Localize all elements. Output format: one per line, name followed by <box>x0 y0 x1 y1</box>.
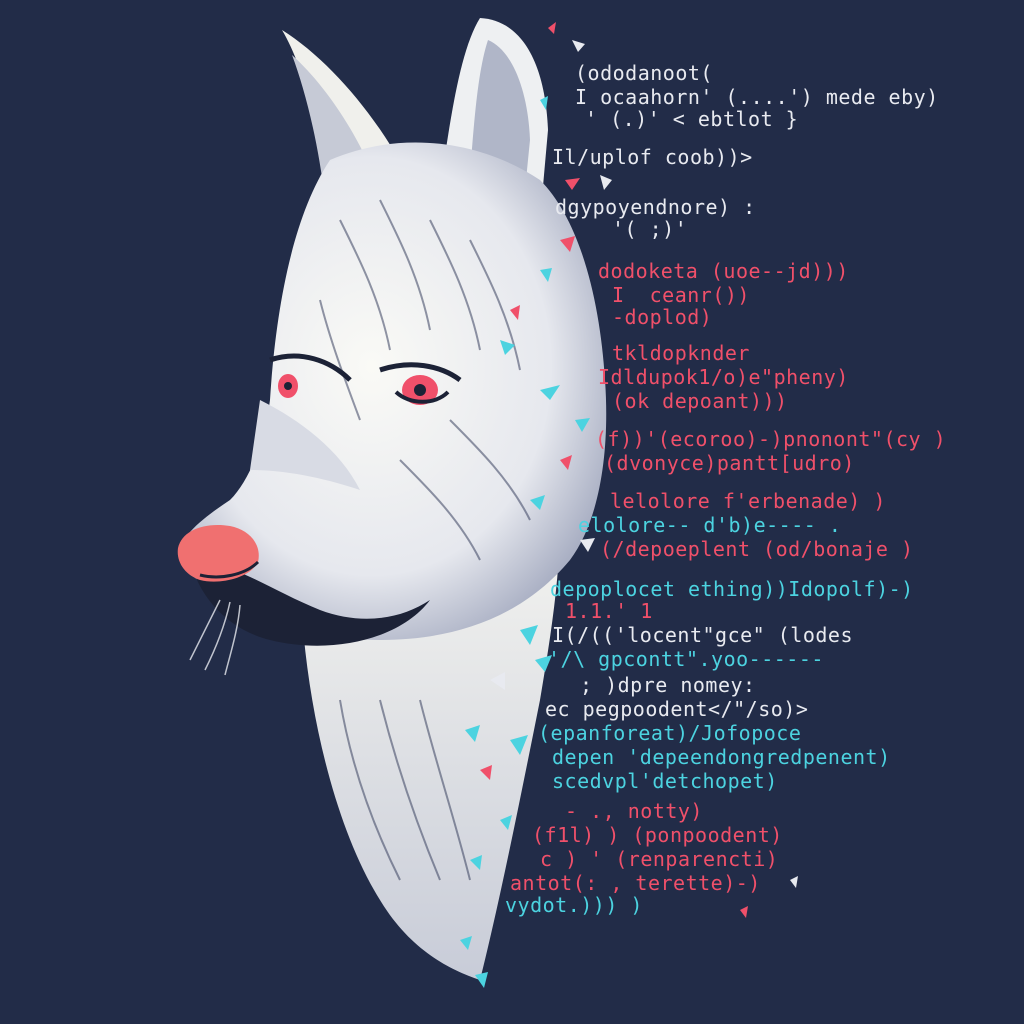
code-line: -doplod) <box>612 305 713 329</box>
code-line: (ok depoant))) <box>612 389 788 413</box>
code-line: '/\ gpcontt".yoo------ <box>548 647 824 671</box>
code-line: 1.1.' 1 <box>565 599 653 623</box>
code-line: - ., notty) <box>565 799 703 823</box>
code-line: (f1l) ) (ponpoodent) <box>532 823 783 847</box>
code-line: depen 'depeendongredpenent) <box>552 745 891 769</box>
code-line: (epanforeat)/Jofopoce <box>538 721 802 745</box>
code-line: ' (.)' < ebtlot } <box>585 107 799 131</box>
code-line: scedvpl'detchopet) <box>552 769 778 793</box>
code-line: Il/uplof coob))> <box>552 145 753 169</box>
code-line: ec pegpoodent</"/so)> <box>545 697 809 721</box>
code-line: (f))'(ecoroo)-)pnonont"(cy ) <box>595 427 947 451</box>
code-line: '( ;)' <box>612 217 688 241</box>
code-line: vydot.))) ) <box>505 893 643 917</box>
code-line: I(/(('locent"gce" (lodes <box>552 623 853 647</box>
code-line: c ) ' (renparencti) <box>540 847 779 871</box>
code-line: I ceanr()) <box>612 283 750 307</box>
code-line: (dvonyce)pantt[udro) <box>604 451 855 475</box>
code-line: (ododanoot( <box>575 61 713 85</box>
code-line: I ocaahorn' (....') mede eby) <box>575 85 939 109</box>
wolf-nose <box>177 524 259 582</box>
code-line: (/depoeplent (od/bonaje ) <box>600 537 914 561</box>
code-line: depoplocet ething))Idopolf)-) <box>550 577 914 601</box>
code-line: Idldupok1/o)e"pheny) <box>598 365 849 389</box>
code-line: dodoketa (uoe--jd))) <box>598 259 849 283</box>
code-line: lelolore f'erbenade) ) <box>610 489 886 513</box>
code-line: ; )dpre nomey: <box>580 673 756 697</box>
code-line: antot(: , terette)-) <box>510 871 761 895</box>
code-line: dgypoyendnore) : <box>555 195 756 219</box>
code-line: tkldopknder <box>612 341 750 365</box>
code-line: elolore-- d'b)e---- . <box>578 513 842 537</box>
